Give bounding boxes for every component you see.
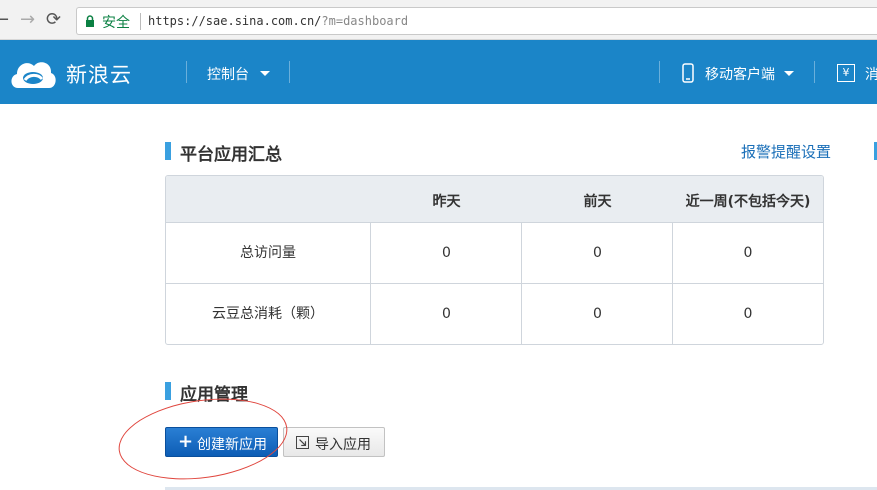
reload-icon[interactable]: ⟳ bbox=[46, 9, 61, 31]
table-cell: 0 bbox=[593, 245, 602, 261]
table-row: 总访问量 0 0 0 bbox=[166, 223, 823, 284]
table-row: 云豆总消耗（颗） 0 0 0 bbox=[166, 284, 823, 344]
mobile-client-menu[interactable]: 移动客户端 bbox=[705, 64, 775, 84]
table-header: 昨天 前天 近一周(不包括今天) bbox=[166, 176, 823, 223]
address-bar[interactable]: 安全 https://sae.sina.com.cn/?m=dashboard bbox=[76, 7, 877, 35]
nav-divider bbox=[186, 61, 187, 83]
import-app-label: 导入应用 bbox=[315, 437, 371, 453]
table-cell: 0 bbox=[593, 306, 602, 322]
row-label: 云豆总消耗（颗） bbox=[212, 306, 324, 322]
import-app-button[interactable]: 导入应用 bbox=[283, 427, 385, 457]
annotation-circle bbox=[113, 388, 293, 490]
lock-icon bbox=[86, 15, 94, 27]
secure-label: 安全 bbox=[102, 15, 130, 31]
nav-divider bbox=[659, 61, 660, 83]
nav-divider bbox=[289, 61, 290, 83]
row-label: 总访问量 bbox=[240, 245, 296, 261]
section-accent-bar bbox=[165, 142, 171, 160]
console-menu[interactable]: 控制台 bbox=[207, 64, 249, 84]
column-divider bbox=[370, 223, 371, 344]
url-separator bbox=[140, 13, 141, 30]
summary-title: 平台应用汇总 bbox=[180, 145, 282, 165]
chevron-down-icon[interactable] bbox=[784, 71, 794, 76]
alert-settings-link[interactable]: 报警提醒设置 bbox=[741, 141, 831, 162]
nav-divider bbox=[814, 61, 815, 83]
nav-item-truncated[interactable]: 消 bbox=[865, 64, 877, 84]
summary-table: 昨天 前天 近一周(不包括今天) 总访问量 0 0 0 云豆总消耗（颗） 0 0… bbox=[165, 175, 824, 345]
section-accent-bar bbox=[165, 382, 171, 400]
chevron-down-icon[interactable] bbox=[260, 71, 270, 76]
sina-cloud-logo-icon[interactable] bbox=[8, 54, 58, 92]
mobile-phone-icon bbox=[682, 63, 694, 83]
table-cell: 0 bbox=[442, 306, 451, 322]
column-header: 昨天 bbox=[432, 194, 461, 210]
browser-toolbar: ← → ⟳ 安全 https://sae.sina.com.cn/?m=dash… bbox=[0, 0, 877, 40]
table-cell: 0 bbox=[743, 306, 753, 322]
table-cell: 0 bbox=[743, 245, 753, 261]
table-cell: 0 bbox=[442, 245, 451, 261]
column-divider bbox=[521, 223, 522, 344]
back-arrow-icon[interactable]: ← bbox=[0, 9, 9, 31]
forward-arrow-icon[interactable]: → bbox=[20, 9, 35, 31]
column-header: 近一周(不包括今天) bbox=[685, 194, 811, 210]
top-navigation: 新浪云 控制台 移动客户端 ¥ 消 bbox=[0, 40, 877, 104]
yuan-icon[interactable]: ¥ bbox=[837, 64, 855, 82]
column-header: 前天 bbox=[583, 194, 612, 210]
column-divider bbox=[672, 223, 673, 344]
import-icon bbox=[296, 436, 309, 449]
brand-name[interactable]: 新浪云 bbox=[66, 59, 132, 89]
url-text[interactable]: https://sae.sina.com.cn/?m=dashboard bbox=[148, 14, 408, 28]
